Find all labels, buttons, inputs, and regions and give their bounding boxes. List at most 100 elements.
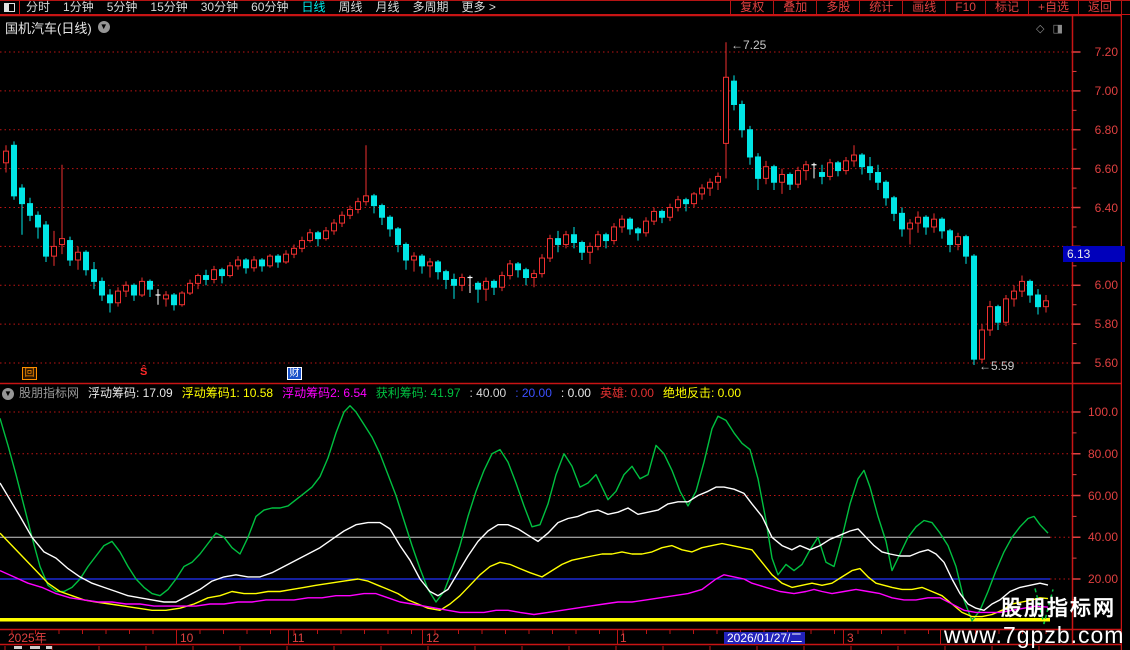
candle-body: [476, 283, 481, 289]
candle-body: [180, 293, 185, 305]
menu-item-F10[interactable]: F10: [945, 1, 985, 14]
candle-body: [668, 208, 673, 218]
candle-body: [1004, 299, 1009, 322]
app-window: { "app": {"background": "#000000", "fram…: [0, 0, 1130, 650]
candle-body: [4, 151, 9, 163]
candle-body: [252, 260, 257, 268]
menu-item-1分钟[interactable]: 1分钟: [63, 1, 94, 14]
candle-body: [972, 256, 977, 359]
candle-body: [300, 241, 305, 249]
window-layout-button[interactable]: [0, 1, 20, 15]
candle-body: [228, 266, 233, 276]
candle-body: [1028, 281, 1033, 295]
candle-body: [244, 260, 249, 268]
candle-body: [532, 274, 537, 278]
candle-body: [1012, 291, 1017, 299]
event-marker[interactable]: Ŝ: [140, 366, 147, 378]
candle-body: [932, 219, 937, 227]
candle-body: [292, 248, 297, 254]
clipped-text-fragment: [14, 646, 22, 649]
candle-body: [980, 330, 985, 359]
price-axis-label: 5.80: [1080, 318, 1118, 330]
candle-body: [916, 217, 921, 223]
indicator-field: 英雄: 0.00: [600, 387, 654, 400]
candle-body: [68, 241, 73, 260]
indicator-axis-label: 40.00: [1080, 531, 1118, 543]
menu-item-+自选[interactable]: +自选: [1028, 1, 1078, 14]
candle-body: [988, 307, 993, 330]
date-axis-label: 10: [180, 632, 193, 644]
candle-body: [380, 206, 385, 218]
page-title: 国机汽车(日线): [5, 18, 92, 37]
candle-body: [844, 161, 849, 171]
candle-body: [684, 200, 689, 204]
clipped-text-fragment: [46, 646, 52, 649]
event-marker[interactable]: 回: [22, 367, 37, 380]
indicator-field: : 20.00: [515, 387, 552, 400]
candle-body: [340, 215, 345, 223]
split-window-icon[interactable]: ◨: [1052, 22, 1062, 35]
chevron-down-icon[interactable]: ▼: [98, 21, 110, 33]
menu-item-返回[interactable]: 返回: [1078, 1, 1122, 14]
candle-body: [676, 200, 681, 208]
date-axis-label: 1: [620, 632, 627, 644]
candle-body: [708, 182, 713, 188]
right-panel-toggle-strip[interactable]: [1122, 0, 1130, 650]
price-axis-label: 6.40: [1080, 202, 1118, 214]
candle-body: [60, 239, 65, 245]
candle-body: [612, 227, 617, 241]
date-cursor-label: 2026/01/27/二: [724, 632, 805, 644]
candle-body: [772, 167, 777, 183]
menu-item-多周期[interactable]: 多周期: [413, 1, 449, 14]
candle-body: [316, 233, 321, 239]
candle-body: [620, 219, 625, 227]
chevron-down-icon[interactable]: ▼: [2, 388, 14, 400]
candle-body: [892, 198, 897, 214]
candle-body: [1044, 301, 1049, 307]
menu-item-周线[interactable]: 周线: [338, 1, 362, 14]
menu-item-复权[interactable]: 复权: [730, 1, 773, 14]
candle-body: [820, 173, 825, 177]
candle-body: [404, 244, 409, 260]
menu-item-叠加[interactable]: 叠加: [773, 1, 816, 14]
menu-item-60分钟[interactable]: 60分钟: [251, 1, 288, 14]
indicator-field: 浮动筹码2: 6.54: [282, 387, 367, 400]
candle-body: [236, 260, 241, 266]
candle-body: [724, 77, 729, 143]
menu-item-标记[interactable]: 标记: [985, 1, 1028, 14]
candle-body: [396, 229, 401, 245]
menu-item-5分钟[interactable]: 5分钟: [107, 1, 138, 14]
menu-item-30分钟[interactable]: 30分钟: [201, 1, 238, 14]
menu-item-日线[interactable]: 日线: [301, 1, 325, 14]
candle-body: [484, 281, 489, 289]
price-annotation: ←5.59: [979, 360, 1014, 372]
menu-item-分时[interactable]: 分时: [26, 1, 50, 14]
candle-body: [428, 262, 433, 266]
event-marker[interactable]: 财: [287, 367, 302, 380]
menu-item-多股[interactable]: 多股: [816, 1, 859, 14]
menu-item-更多 >[interactable]: 更多 >: [462, 1, 496, 14]
candle-body: [116, 291, 121, 303]
menu-item-15分钟[interactable]: 15分钟: [150, 1, 187, 14]
candle-body: [588, 246, 593, 252]
candle-body: [836, 163, 841, 171]
candle-body: [148, 281, 153, 289]
candle-body: [196, 276, 201, 284]
candle-body: [452, 279, 457, 285]
candle-body: [500, 276, 505, 288]
chart-canvas[interactable]: [0, 0, 1130, 650]
candle-body: [644, 221, 649, 233]
price-annotation: ←7.25: [731, 39, 766, 51]
title-bar-icons: ◇◨: [1036, 22, 1063, 35]
candle-body: [748, 130, 753, 157]
candle-body: [28, 204, 33, 216]
candle-body: [524, 270, 529, 278]
menu-item-画线[interactable]: 画线: [902, 1, 945, 14]
diamond-icon[interactable]: ◇: [1036, 22, 1044, 35]
candle-body: [572, 235, 577, 243]
candle-body: [764, 167, 769, 179]
candle-body: [132, 285, 137, 295]
menu-item-月线[interactable]: 月线: [376, 1, 400, 14]
candle-body: [220, 270, 225, 276]
menu-item-统计[interactable]: 统计: [859, 1, 902, 14]
